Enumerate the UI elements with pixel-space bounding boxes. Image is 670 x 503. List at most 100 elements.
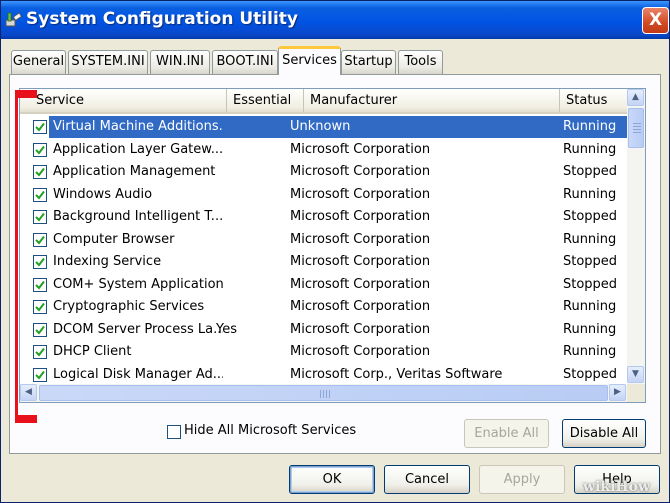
scroll-up-button[interactable]: ▲ (627, 89, 644, 106)
service-checkbox[interactable] (33, 322, 47, 337)
manufacturer-cell: Microsoft Corporation (290, 231, 431, 247)
service-name-cell: Virtual Machine Additions... (53, 119, 223, 134)
checkmark-icon (35, 167, 45, 177)
essential-cell (216, 184, 276, 206)
service-checkbox[interactable] (33, 120, 47, 134)
service-row[interactable]: Application Management Microsoft Corporat… (20, 161, 627, 183)
status-cell: Running (563, 321, 617, 337)
column-header-manufacturer[interactable]: Manufacturer (304, 89, 560, 112)
service-checkbox[interactable] (33, 367, 47, 382)
service-name-cell: Background Intelligent T... (53, 209, 223, 224)
service-name-cell: Logical Disk Manager Ad... (53, 366, 223, 382)
services-list[interactable]: Service Essential Manufacturer Status Vi… (19, 88, 646, 403)
essential-cell (216, 206, 276, 228)
essential-cell (216, 116, 276, 138)
essential-cell (216, 161, 276, 183)
essential-cell: Yes (216, 321, 237, 337)
service-checkbox[interactable] (33, 232, 47, 247)
wikihow-watermark: wikiHow (583, 479, 651, 495)
checkmark-icon (35, 302, 45, 312)
service-checkbox[interactable] (33, 210, 47, 224)
service-name-cell: Application Layer Gatew... (53, 141, 223, 157)
service-name-cell: Windows Audio (53, 186, 153, 202)
manufacturer-cell: Microsoft Corporation (290, 164, 431, 179)
manufacturer-cell: Microsoft Corporation (290, 299, 431, 314)
status-cell: Stopped (563, 254, 618, 269)
service-checkbox[interactable] (33, 142, 47, 157)
manufacturer-cell: Microsoft Corporation (290, 254, 431, 269)
service-row[interactable]: Application Layer Gatew... Microsoft Corp… (20, 139, 627, 161)
column-header-essential[interactable]: Essential (227, 89, 304, 112)
checkmark-icon (35, 235, 45, 245)
tab-general[interactable]: General (11, 50, 66, 74)
service-row[interactable]: Virtual Machine Additions... Unknown Runni… (20, 116, 627, 138)
scroll-left-button[interactable]: ◀ (20, 384, 37, 401)
checkmark-icon (35, 190, 45, 200)
hide-microsoft-services-checkbox[interactable] (167, 425, 181, 439)
vertical-scrollbar[interactable]: ▲ ▼ (627, 89, 645, 384)
manufacturer-cell: Microsoft Corporation (290, 186, 431, 202)
service-row[interactable]: Background Intelligent T... Microsoft Cor… (20, 206, 627, 228)
service-row[interactable]: Logical Disk Manager Ad... Microsoft Corp… (20, 364, 627, 386)
service-row[interactable]: COM+ System Application Microsoft Corpora… (20, 274, 627, 296)
service-checkbox[interactable] (33, 277, 47, 292)
service-row[interactable]: Cryptographic Services Microsoft Corporat… (20, 296, 627, 318)
disable-all-button[interactable]: Disable All (562, 419, 646, 448)
essential-cell (216, 341, 276, 363)
manufacturer-cell: Unknown (290, 119, 351, 134)
close-button[interactable]: X (642, 7, 669, 34)
tab-startup[interactable]: Startup (341, 50, 396, 74)
scrollbar-corner (627, 384, 645, 402)
horizontal-scrollbar[interactable]: ◀ ▶ (20, 384, 627, 402)
title-bar[interactable]: System Configuration Utility X (1, 1, 669, 39)
service-checkbox[interactable] (33, 255, 47, 269)
window-title: System Configuration Utility (26, 9, 298, 29)
tab-system-ini[interactable]: SYSTEM.INI (68, 50, 148, 74)
service-row[interactable]: Windows Audio Microsoft Corporation Runnin… (20, 184, 627, 206)
cancel-button[interactable]: Cancel (384, 465, 470, 494)
apply-button[interactable]: Apply (479, 465, 565, 494)
service-row[interactable]: DCOM Server Process La... Yes Microsoft Co… (20, 319, 627, 341)
service-name-cell: DHCP Client (53, 344, 132, 359)
chevron-right-icon: ▶ (614, 387, 621, 397)
service-row[interactable]: Computer Browser Microsoft Corporation Run… (20, 229, 627, 251)
manufacturer-cell: Microsoft Corporation (290, 344, 431, 359)
tab-boot-ini[interactable]: BOOT.INI (212, 50, 278, 74)
vertical-scroll-thumb[interactable] (628, 108, 644, 148)
tab-services[interactable]: Services (278, 46, 341, 75)
scroll-down-button[interactable]: ▼ (627, 366, 644, 383)
essential-cell (216, 229, 276, 251)
tab-tools[interactable]: Tools (398, 50, 443, 74)
essential-cell (216, 364, 276, 386)
checkmark-icon (35, 212, 45, 222)
status-cell: Running (563, 141, 617, 157)
chevron-left-icon: ◀ (25, 387, 32, 397)
column-header-status[interactable]: Status (560, 89, 627, 112)
service-name-cell: DCOM Server Process La... (53, 321, 223, 337)
service-checkbox[interactable] (33, 165, 47, 179)
status-cell: Running (563, 344, 617, 359)
service-checkbox[interactable] (33, 345, 47, 359)
ok-button[interactable]: OK (289, 465, 375, 494)
checkmark-icon (35, 145, 45, 155)
annotation-bracket-top (15, 90, 37, 98)
service-checkbox[interactable] (33, 300, 47, 314)
service-name-cell: Indexing Service (53, 254, 162, 269)
service-row[interactable]: DHCP Client Microsoft Corporation Running (20, 341, 627, 363)
manufacturer-cell: Microsoft Corporation (290, 321, 431, 337)
enable-all-button[interactable]: Enable All (464, 419, 549, 448)
manufacturer-cell: Microsoft Corp., Veritas Software (290, 366, 503, 382)
service-checkbox[interactable] (33, 187, 47, 202)
service-name-cell: Cryptographic Services (53, 299, 205, 314)
close-icon: X (648, 10, 663, 30)
horizontal-scroll-thumb[interactable] (39, 385, 608, 401)
hide-microsoft-services-label[interactable]: Hide All Microsoft Services (184, 423, 356, 438)
service-row[interactable]: Indexing Service Microsoft Corporation Sto… (20, 251, 627, 273)
tab-win-ini[interactable]: WIN.INI (150, 50, 210, 74)
scroll-right-button[interactable]: ▶ (609, 384, 626, 401)
column-header-service[interactable]: Service (30, 89, 227, 112)
system-configuration-window: System Configuration Utility X General S… (0, 0, 670, 503)
annotation-bracket-bottom (15, 415, 37, 423)
msconfig-app-icon (5, 12, 22, 27)
manufacturer-cell: Microsoft Corporation (290, 276, 431, 292)
